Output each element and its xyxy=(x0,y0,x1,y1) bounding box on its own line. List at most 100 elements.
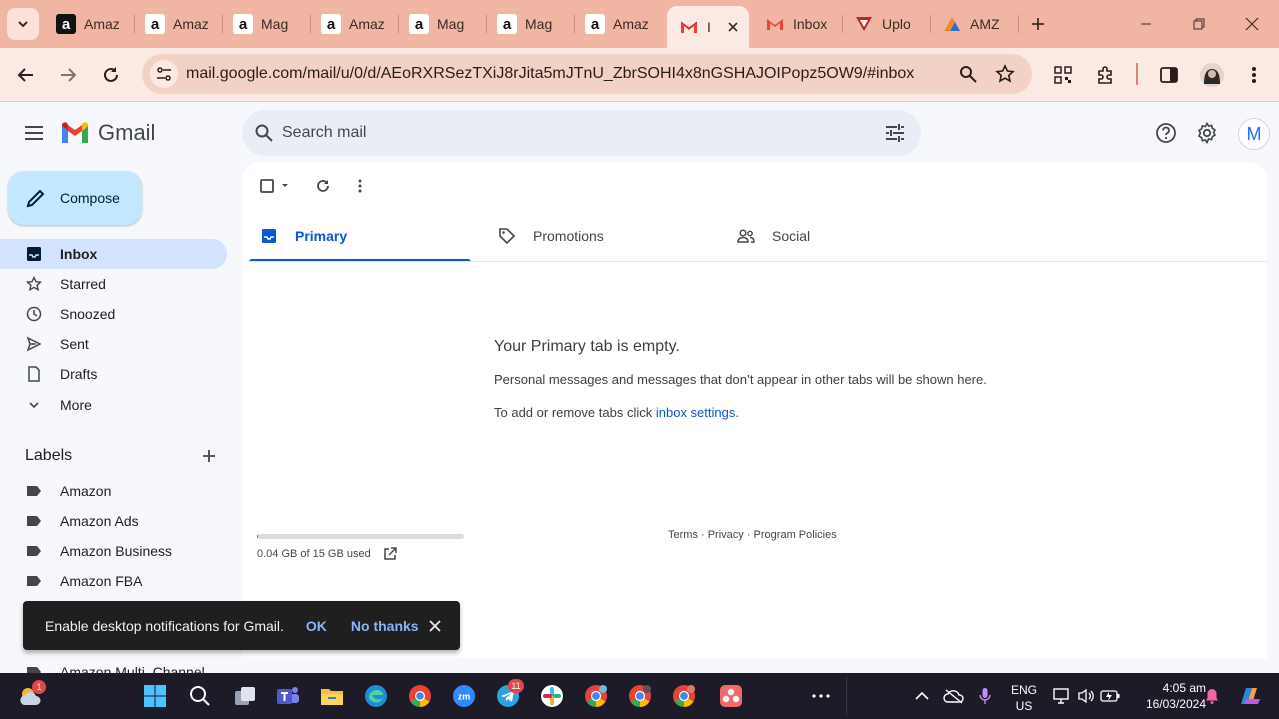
label-tag-icon xyxy=(24,511,44,531)
clock-time[interactable]: 4:05 am xyxy=(1130,681,1206,695)
browser-toolbar: mail.google.com/mail/u/0/d/AEoRXRSezTXiJ… xyxy=(0,48,1279,102)
asana-icon[interactable] xyxy=(716,681,746,711)
select-all-checkbox[interactable] xyxy=(258,175,292,197)
edge-icon[interactable] xyxy=(361,681,391,711)
browser-tab[interactable]: a Mag xyxy=(221,6,309,42)
open-in-new-icon[interactable] xyxy=(382,546,398,562)
sidebar-item-sent[interactable]: Sent xyxy=(0,329,227,359)
bookmark-star-icon[interactable] xyxy=(989,58,1021,90)
browser-tab[interactable]: a Amaz xyxy=(133,6,221,42)
search-input[interactable] xyxy=(282,122,842,144)
sidebar-item-drafts[interactable]: Drafts xyxy=(0,359,227,389)
create-label-button[interactable] xyxy=(198,445,220,467)
chrome-profile-icon[interactable] xyxy=(625,681,655,711)
snackbar-no-thanks-button[interactable]: No thanks xyxy=(351,618,419,634)
close-icon[interactable] xyxy=(426,617,444,635)
address-bar[interactable]: mail.google.com/mail/u/0/d/AEoRXRSezTXiJ… xyxy=(142,54,1032,94)
browser-tab[interactable]: Uplo xyxy=(842,6,930,42)
snackbar-ok-button[interactable]: OK xyxy=(306,618,327,634)
close-window-button[interactable] xyxy=(1238,10,1266,38)
inbox-settings-link[interactable]: inbox settings xyxy=(656,405,736,420)
more-apps-icon[interactable] xyxy=(806,681,836,711)
restore-button[interactable] xyxy=(1185,10,1213,38)
label-item[interactable]: Amazon xyxy=(0,476,227,506)
task-view-icon[interactable] xyxy=(230,681,260,711)
minimize-icon xyxy=(1141,23,1151,25)
main-menu-button[interactable] xyxy=(18,117,50,149)
compose-button[interactable]: Compose xyxy=(8,171,142,225)
browser-menu-icon[interactable] xyxy=(1238,59,1270,91)
browser-tab[interactable]: a Mag xyxy=(397,6,485,42)
sidebar-item-more[interactable]: More xyxy=(0,390,227,420)
reload-button[interactable] xyxy=(95,59,127,91)
new-tab-button[interactable] xyxy=(1024,10,1052,38)
sidebar-item-starred[interactable]: Starred xyxy=(0,269,227,299)
chrome-profile-icon[interactable] xyxy=(581,681,611,711)
site-info-icon[interactable] xyxy=(150,60,178,88)
sidebar-item-label: Drafts xyxy=(60,366,98,382)
zoom-icon[interactable] xyxy=(952,58,984,90)
label-tag-icon xyxy=(24,571,44,591)
tab-promotions[interactable]: Promotions xyxy=(487,210,709,262)
settings-gear-icon[interactable] xyxy=(1193,119,1221,147)
battery-icon[interactable] xyxy=(1095,681,1125,711)
gmail-sidebar: Compose Inbox Starred Snoozed Sent Draft… xyxy=(0,163,242,673)
forward-button[interactable] xyxy=(52,59,84,91)
clock-date[interactable]: 16/03/2024 xyxy=(1130,697,1206,711)
label-item[interactable]: Amazon Multi_Channel xyxy=(0,657,227,673)
browser-tab[interactable]: Inbox xyxy=(753,6,841,42)
gmail-logo[interactable]: Gmail xyxy=(60,120,155,146)
more-actions-button[interactable] xyxy=(350,175,370,197)
input-region[interactable]: US xyxy=(1006,699,1042,713)
label-name: Amazon Ads xyxy=(60,513,139,529)
zoom-app-icon[interactable]: zm xyxy=(449,681,479,711)
onedrive-icon[interactable] xyxy=(939,681,969,711)
sidebar-item-inbox[interactable]: Inbox xyxy=(0,239,227,269)
gmail-wordmark: Gmail xyxy=(98,120,156,145)
browser-tab[interactable]: a Mag xyxy=(485,6,573,42)
help-icon[interactable] xyxy=(1152,119,1180,147)
account-avatar[interactable]: M xyxy=(1238,118,1270,150)
footer-links[interactable]: Terms · Privacy · Program Policies xyxy=(668,529,837,541)
sidebar-item-label: More xyxy=(60,397,92,413)
browser-tab[interactable]: a Amaz xyxy=(44,6,132,42)
refresh-button[interactable] xyxy=(312,175,334,197)
send-icon xyxy=(24,334,44,354)
label-item[interactable]: Amazon Business xyxy=(0,536,227,566)
more-vert-icon xyxy=(358,179,362,193)
back-button[interactable] xyxy=(10,59,42,91)
file-explorer-icon[interactable] xyxy=(317,681,347,711)
chrome-icon[interactable] xyxy=(405,681,435,711)
show-hidden-icons-chevron-up-icon[interactable] xyxy=(907,681,937,711)
tab-primary[interactable]: Primary xyxy=(249,210,471,262)
sidebar-item-snoozed[interactable]: Snoozed xyxy=(0,299,227,329)
qr-extension-icon[interactable] xyxy=(1047,59,1079,91)
browser-tab-active[interactable]: I xyxy=(667,6,749,48)
search-options-icon[interactable] xyxy=(883,121,907,145)
close-tab-icon[interactable] xyxy=(725,19,741,35)
chrome-profile-icon[interactable] xyxy=(669,681,699,711)
label-item[interactable]: Amazon Ads xyxy=(0,506,227,536)
extensions-puzzle-icon[interactable] xyxy=(1090,59,1122,91)
notification-snackbar: Enable desktop notifications for Gmail. … xyxy=(23,601,460,650)
microphone-icon[interactable] xyxy=(970,681,1000,711)
minimize-button[interactable] xyxy=(1132,10,1160,38)
input-language[interactable]: ENG xyxy=(1006,683,1042,697)
slack-icon[interactable] xyxy=(537,681,567,711)
tab-search-button[interactable] xyxy=(7,8,39,40)
browser-tab[interactable]: AMZ xyxy=(930,6,1018,42)
label-item[interactable]: Amazon FBA xyxy=(0,566,227,596)
tab-title: Amaz xyxy=(173,16,209,32)
taskbar-search-icon[interactable] xyxy=(185,681,215,711)
start-button[interactable] xyxy=(140,681,170,711)
profile-avatar[interactable] xyxy=(1196,59,1228,91)
tab-social[interactable]: Social xyxy=(726,210,948,262)
browser-tab[interactable]: a Amaz xyxy=(573,6,663,42)
teams-icon[interactable] xyxy=(273,681,303,711)
browser-tab[interactable]: a Amaz xyxy=(309,6,397,42)
notification-bell-icon[interactable] xyxy=(1197,681,1227,711)
search-bar[interactable] xyxy=(242,110,921,156)
search-icon[interactable] xyxy=(252,121,276,145)
copilot-icon[interactable] xyxy=(1234,681,1264,711)
side-panel-icon[interactable] xyxy=(1153,59,1185,91)
